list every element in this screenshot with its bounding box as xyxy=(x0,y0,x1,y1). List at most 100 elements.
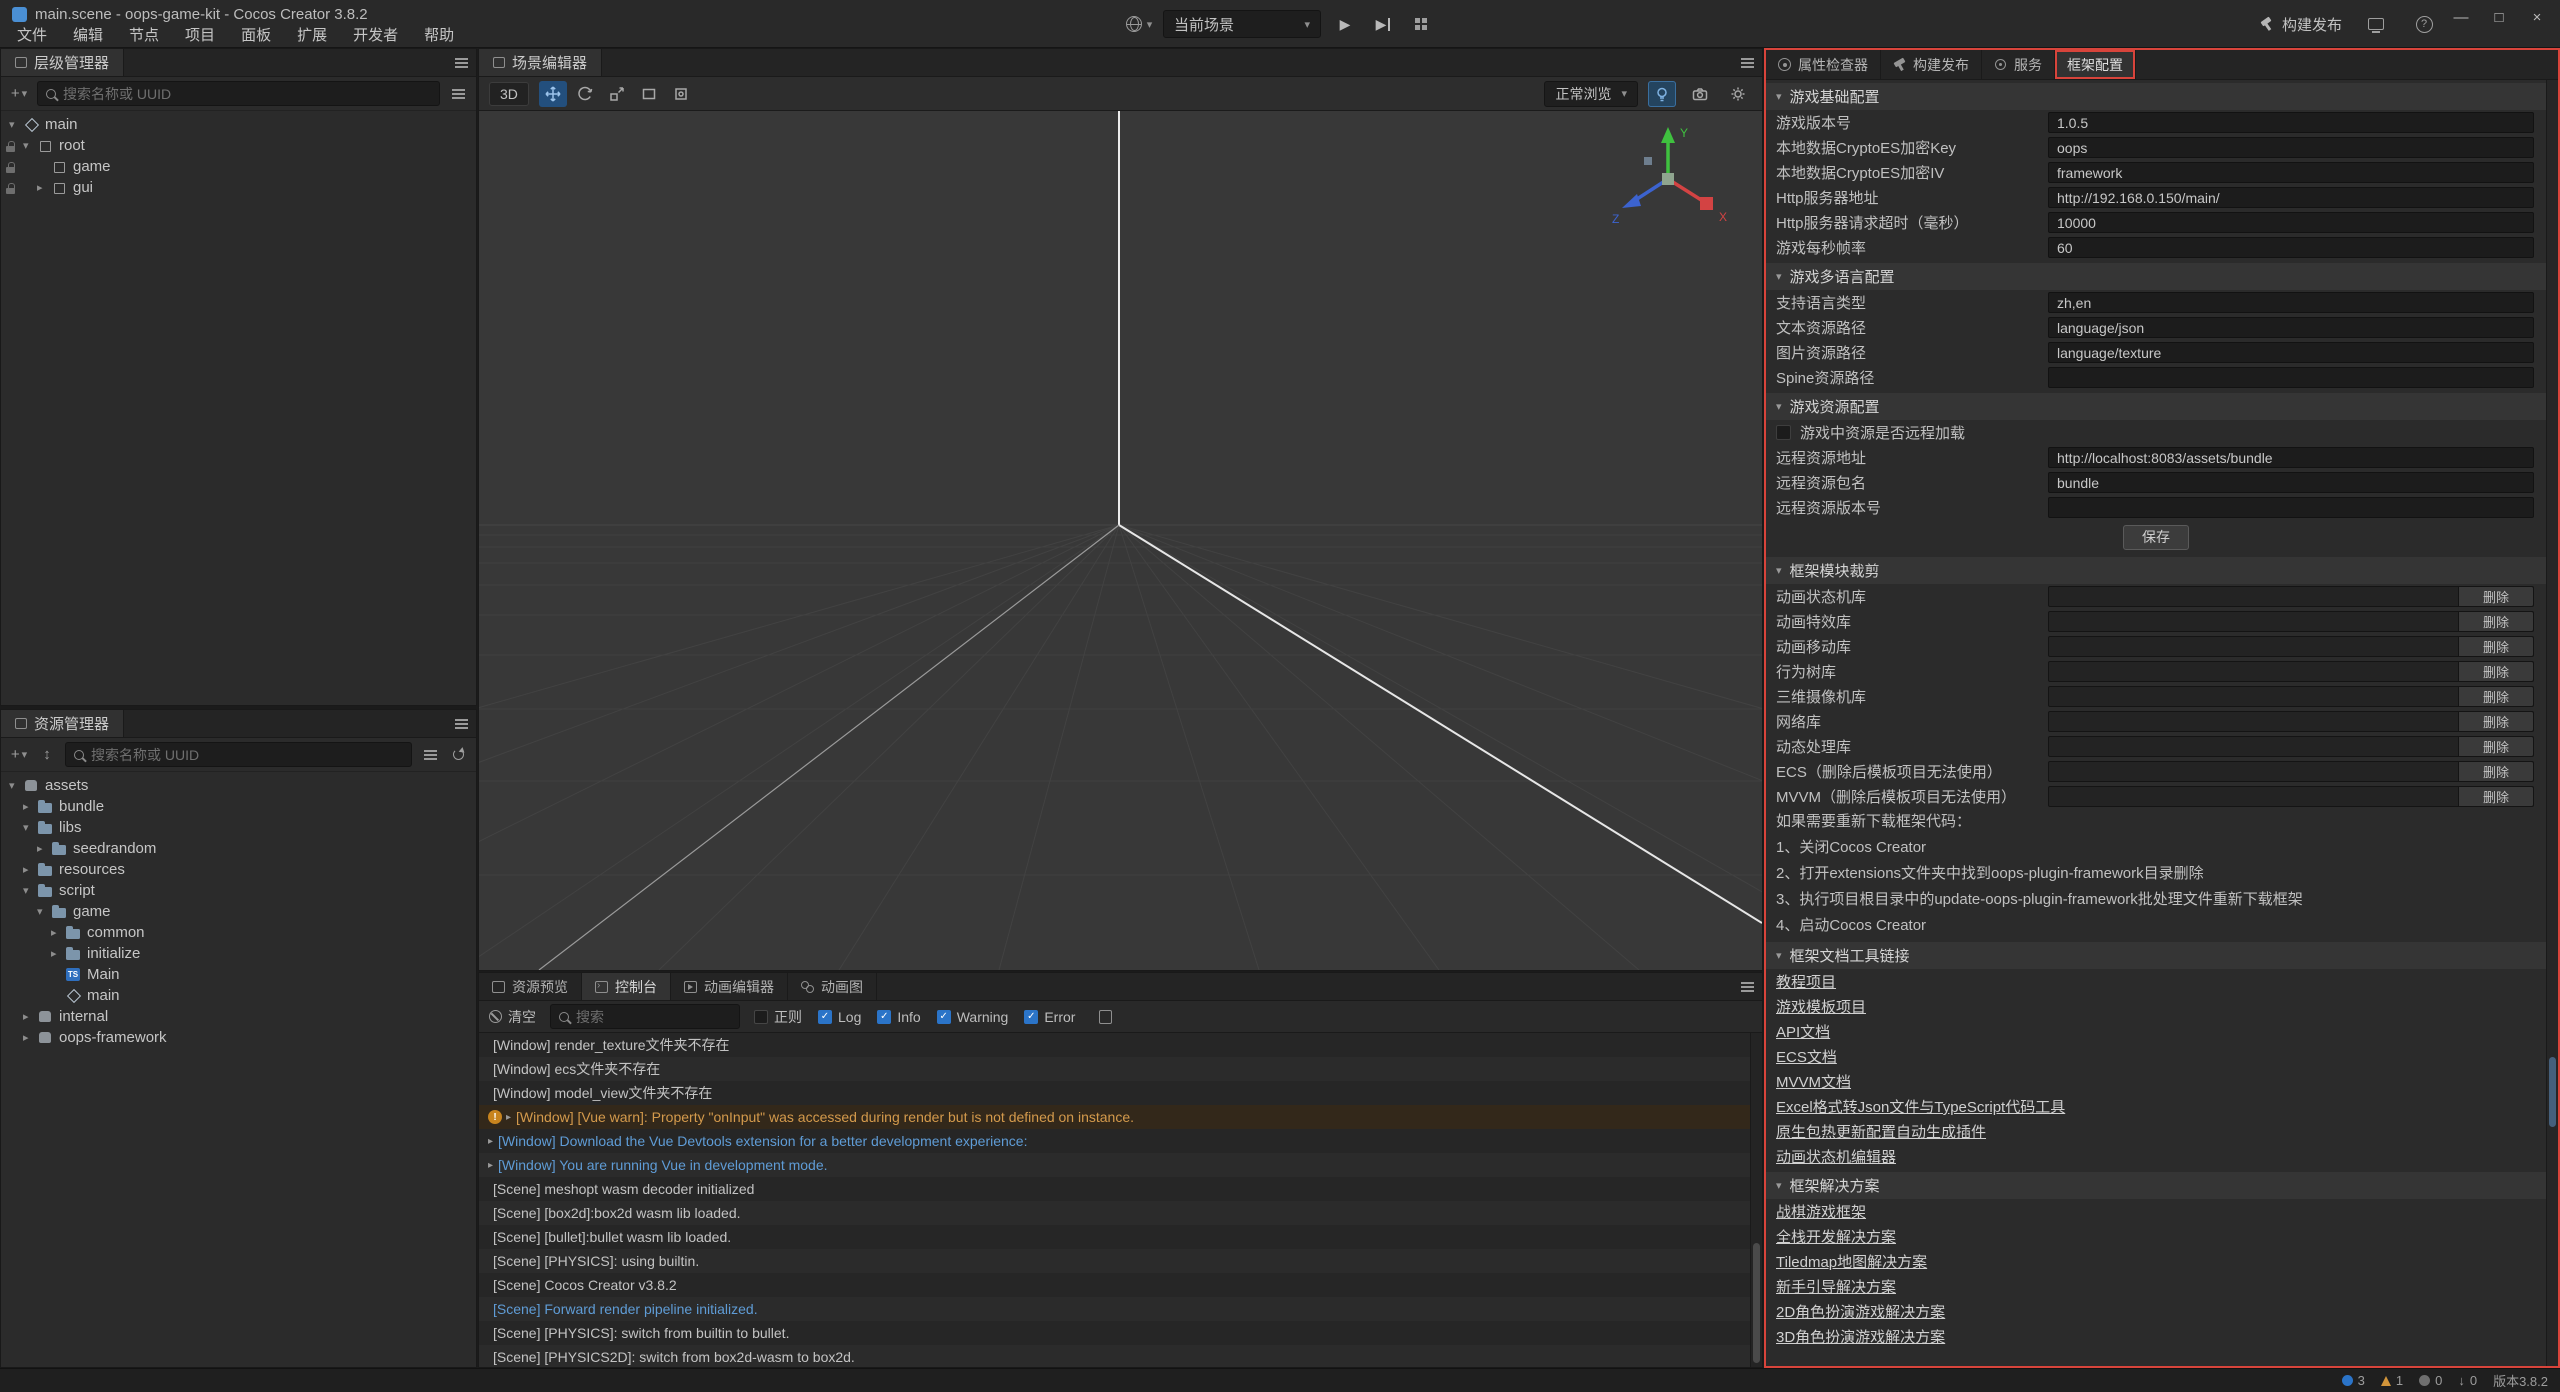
hierarchy-tab[interactable]: 层级管理器 xyxy=(1,49,124,76)
view-mode-dropdown[interactable]: 正常浏览 xyxy=(1544,81,1638,107)
menu-item[interactable]: 编辑 xyxy=(60,24,116,48)
panel-menu-button[interactable] xyxy=(1741,49,1754,76)
solution-link[interactable]: 新手引导解决方案 xyxy=(1776,1276,1896,1297)
log-expand-arrow-icon[interactable]: ▸ xyxy=(488,1136,493,1147)
menu-item[interactable]: 开发者 xyxy=(340,24,411,48)
delete-module-button[interactable]: 删除 xyxy=(2458,737,2533,756)
preview-target-button[interactable] xyxy=(1125,10,1153,38)
expand-arrow-icon[interactable]: ▾ xyxy=(23,821,38,834)
warning-count[interactable]: 1 xyxy=(2381,1373,2403,1388)
menu-item[interactable]: 文件 xyxy=(4,24,60,48)
scene-editor-tab[interactable]: 场景编辑器 xyxy=(479,49,602,76)
download-count[interactable]: ↓ 0 xyxy=(2458,1373,2477,1388)
console-tab[interactable]: 控制台 xyxy=(582,973,671,1000)
rect-tool-button[interactable] xyxy=(635,81,663,107)
scene-viewport[interactable]: Y X Z xyxy=(479,111,1762,970)
delete-module-button[interactable]: 删除 xyxy=(2458,587,2533,606)
section-header[interactable]: 框架模块裁剪 xyxy=(1766,557,2546,584)
console-tab[interactable]: 资源预览 xyxy=(479,973,582,1000)
doc-link[interactable]: 游戏模板项目 xyxy=(1776,996,1866,1017)
console-filter-checkbox[interactable]: Log xyxy=(818,1009,861,1025)
maximize-button[interactable]: □ xyxy=(2484,4,2514,30)
asset-node-row[interactable]: ▾ script xyxy=(1,880,476,901)
solution-link[interactable]: 战棋游戏框架 xyxy=(1776,1201,1866,1222)
scene-camera-button[interactable] xyxy=(1686,81,1714,107)
panel-menu-button[interactable] xyxy=(455,49,468,76)
console-log-row[interactable]: ▸ [Window] You are running Vue in develo… xyxy=(479,1153,1762,1177)
asset-node-row[interactable]: ▾ assets xyxy=(1,775,476,796)
log-expand-arrow-icon[interactable]: ▸ xyxy=(488,1160,493,1171)
panel-menu-button[interactable] xyxy=(1741,973,1754,1000)
property-input[interactable] xyxy=(2057,165,2525,181)
property-input[interactable] xyxy=(2057,320,2525,336)
property-input[interactable] xyxy=(2057,450,2525,466)
console-filter-checkbox[interactable]: 正则 xyxy=(754,1007,802,1027)
assets-tab[interactable]: 资源管理器 xyxy=(1,710,124,737)
doc-link[interactable]: Excel格式转Json文件与TypeScript代码工具 xyxy=(1776,1096,2065,1117)
orientation-gizmo[interactable]: Y X Z xyxy=(1592,115,1742,245)
scene-selector-dropdown[interactable]: 当前场景 xyxy=(1163,10,1321,38)
console-log-row[interactable]: [Scene] Forward render pipeline initiali… xyxy=(479,1297,1762,1321)
expand-arrow-icon[interactable]: ▾ xyxy=(23,884,38,897)
error-count[interactable]: 0 xyxy=(2419,1373,2442,1388)
minimize-button[interactable]: — xyxy=(2446,4,2476,30)
doc-link[interactable]: API文档 xyxy=(1776,1021,1830,1042)
asset-node-row[interactable]: ▸ bundle xyxy=(1,796,476,817)
inspector-tab[interactable]: 服务 xyxy=(1982,50,2055,79)
delete-module-button[interactable]: 删除 xyxy=(2458,637,2533,656)
delete-module-button[interactable]: 删除 xyxy=(2458,687,2533,706)
scene-light-toggle[interactable] xyxy=(1648,81,1676,107)
solution-link[interactable]: 2D角色扮演游戏解决方案 xyxy=(1776,1301,1945,1322)
property-input[interactable] xyxy=(2057,190,2525,206)
asset-node-row[interactable]: ▸ seedrandom xyxy=(1,838,476,859)
scene-settings-button[interactable] xyxy=(1724,81,1752,107)
hierarchy-search-input[interactable] xyxy=(63,86,431,102)
expand-arrow-icon[interactable]: ▾ xyxy=(37,905,52,918)
console-filter-checkbox[interactable]: Info xyxy=(877,1009,920,1025)
console-log-row[interactable]: [Scene] [PHYSICS]: switch from builtin t… xyxy=(479,1321,1762,1345)
expand-arrow-icon[interactable]: ▸ xyxy=(23,1010,38,1023)
move-tool-button[interactable] xyxy=(539,81,567,107)
layout-button[interactable] xyxy=(1407,10,1435,38)
inspector-tab[interactable]: 构建发布 xyxy=(1881,50,1982,79)
hierarchy-node-row[interactable]: game xyxy=(1,156,476,177)
hierarchy-filter-button[interactable] xyxy=(448,82,468,106)
property-input[interactable] xyxy=(2057,475,2525,491)
expand-arrow-icon[interactable]: ▸ xyxy=(51,947,66,960)
log-expand-arrow-icon[interactable]: ▸ xyxy=(506,1112,511,1123)
expand-arrow-icon[interactable]: ▾ xyxy=(23,139,38,152)
delete-module-button[interactable]: 删除 xyxy=(2458,712,2533,731)
expand-arrow-icon[interactable]: ▸ xyxy=(37,181,52,194)
property-input[interactable] xyxy=(2057,115,2525,131)
expand-arrow-icon[interactable]: ▾ xyxy=(9,779,24,792)
doc-link[interactable]: 原生包热更新配置自动生成插件 xyxy=(1776,1121,1986,1142)
delete-module-button[interactable]: 删除 xyxy=(2458,787,2533,806)
save-button[interactable]: 保存 xyxy=(2123,525,2189,550)
console-filter-checkbox[interactable]: Error xyxy=(1024,1009,1075,1025)
expand-arrow-icon[interactable]: ▸ xyxy=(37,842,52,855)
menu-item[interactable]: 项目 xyxy=(172,24,228,48)
expand-arrow-icon[interactable]: ▸ xyxy=(23,800,38,813)
inspector-tab[interactable]: 框架配置 xyxy=(2055,50,2136,79)
console-log-row[interactable]: ▸ [Window] [Vue warn]: Property "onInput… xyxy=(479,1105,1762,1129)
console-log-row[interactable]: [Scene] meshopt wasm decoder initialized xyxy=(479,1177,1762,1201)
console-search-input[interactable] xyxy=(576,1009,731,1025)
asset-node-row[interactable]: ▸ common xyxy=(1,922,476,943)
inspector-scrollbar-thumb[interactable] xyxy=(2549,1057,2556,1127)
expand-arrow-icon[interactable]: ▾ xyxy=(9,118,24,131)
preview-window-button[interactable] xyxy=(2362,10,2390,38)
console-log-row[interactable]: [Window] ecs文件夹不存在 xyxy=(479,1057,1762,1081)
hierarchy-node-row[interactable]: ▾ main xyxy=(1,114,476,135)
console-log-row[interactable]: [Scene] Cocos Creator v3.8.2 xyxy=(479,1273,1762,1297)
section-header[interactable]: 游戏资源配置 xyxy=(1766,393,2546,420)
menu-item[interactable]: 帮助 xyxy=(411,24,467,48)
delete-module-button[interactable]: 删除 xyxy=(2458,612,2533,631)
build-publish-button[interactable]: 构建发布 xyxy=(2259,14,2342,35)
section-header[interactable]: 框架解决方案 xyxy=(1766,1172,2546,1199)
asset-node-row[interactable]: Main xyxy=(1,964,476,985)
property-input[interactable] xyxy=(2057,240,2525,256)
sort-assets-button[interactable]: ↕ xyxy=(37,743,57,767)
asset-node-row[interactable]: ▾ libs xyxy=(1,817,476,838)
property-input[interactable] xyxy=(2057,215,2525,231)
asset-node-row[interactable]: ▾ game xyxy=(1,901,476,922)
